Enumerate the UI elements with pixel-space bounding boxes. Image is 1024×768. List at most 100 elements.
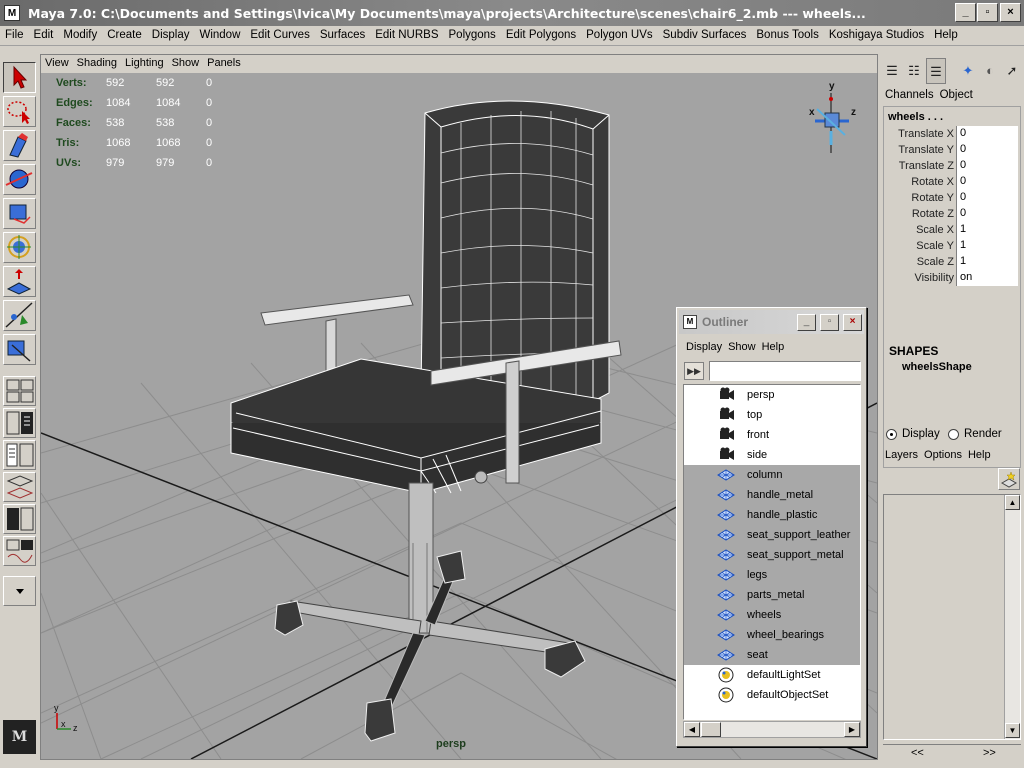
channel-attribute-row[interactable]: Scale X1 xyxy=(884,222,1020,238)
menu-edit-nurbs[interactable]: Edit NURBS xyxy=(370,26,443,45)
menu-edit-curves[interactable]: Edit Curves xyxy=(245,26,314,45)
outliner-filter-input[interactable] xyxy=(709,361,861,381)
channel-menu-object[interactable]: Object xyxy=(937,87,976,104)
channel-attribute-label[interactable]: Translate X xyxy=(898,128,954,140)
render-layer-radio[interactable] xyxy=(948,429,959,440)
channel-attribute-value[interactable]: 1 xyxy=(956,254,1018,270)
outliner-item[interactable]: seat_support_metal xyxy=(684,545,860,565)
channel-attribute-value[interactable]: 0 xyxy=(956,158,1018,174)
layout-persp-relationship-icon[interactable] xyxy=(3,536,36,566)
select-tool-icon[interactable] xyxy=(3,62,36,93)
scroll-right-icon[interactable]: ▶ xyxy=(844,722,860,737)
menu-bonus-tools[interactable]: Bonus Tools xyxy=(751,26,823,45)
menu-polygons[interactable]: Polygons xyxy=(444,26,501,45)
layer-next-button[interactable]: >> xyxy=(983,747,996,759)
menu-edit[interactable]: Edit xyxy=(29,26,59,45)
channel-attribute-label[interactable]: Rotate Y xyxy=(911,192,954,204)
channel-attribute-row[interactable]: Visibility on xyxy=(884,270,1020,286)
outliner-horizontal-scrollbar[interactable]: ◀ ▶ xyxy=(683,721,861,738)
outliner-title-bar[interactable]: M Outliner _ ▫ × xyxy=(679,310,864,334)
menu-surfaces[interactable]: Surfaces xyxy=(315,26,370,45)
outliner-filter-icon[interactable]: ▶▶ xyxy=(684,362,704,380)
channel-attribute-label[interactable]: Scale Z xyxy=(917,256,954,268)
outliner-item[interactable]: top xyxy=(684,405,860,425)
layer-menu-layers[interactable]: Layers xyxy=(882,447,921,464)
channel-attribute-row[interactable]: Scale Z1 xyxy=(884,254,1020,270)
outliner-item[interactable]: wheels xyxy=(684,605,860,625)
outliner-menu-help[interactable]: Help xyxy=(759,339,788,356)
outliner-item[interactable]: defaultObjectSet xyxy=(684,685,860,705)
layer-prev-button[interactable]: << xyxy=(911,747,924,759)
channel-attribute-row[interactable]: Scale Y1 xyxy=(884,238,1020,254)
outliner-item[interactable]: parts_metal xyxy=(684,585,860,605)
layer-vertical-scrollbar[interactable]: ▲ ▼ xyxy=(1004,495,1020,739)
scroll-down-icon[interactable]: ▼ xyxy=(1005,723,1020,738)
new-layer-icon[interactable] xyxy=(998,468,1020,490)
channel-attribute-label[interactable]: Translate Y xyxy=(898,144,954,156)
viewport-menu-panels[interactable]: Panels xyxy=(203,55,245,72)
channel-attribute-label[interactable]: Scale X xyxy=(916,224,954,236)
menu-modify[interactable]: Modify xyxy=(58,26,102,45)
channel-layer-icon[interactable]: ☰ xyxy=(926,58,946,84)
channel-box-icon[interactable]: ☰ xyxy=(882,58,902,84)
viewport-menu-show[interactable]: Show xyxy=(168,55,204,72)
menu-koshigaya-studios[interactable]: Koshigaya Studios xyxy=(824,26,929,45)
menu-edit-polygons[interactable]: Edit Polygons xyxy=(501,26,581,45)
channel-attribute-label[interactable]: Rotate X xyxy=(911,176,954,188)
channel-box-object-name[interactable]: wheels . . . xyxy=(888,111,943,123)
channel-attribute-value[interactable]: 0 xyxy=(956,142,1018,158)
outliner-list[interactable]: persp top front side column handle_metal handl… xyxy=(683,384,861,720)
layout-persp-outliner-icon[interactable] xyxy=(3,408,36,438)
outliner-item[interactable]: seat_support_leather xyxy=(684,525,860,545)
display-layer-label[interactable]: Display xyxy=(902,428,940,440)
outliner-item[interactable]: wheel_bearings xyxy=(684,625,860,645)
menu-subdiv-surfaces[interactable]: Subdiv Surfaces xyxy=(658,26,752,45)
maya-app-icon[interactable]: M xyxy=(4,5,20,21)
outliner-item[interactable]: handle_plastic xyxy=(684,505,860,525)
layout-persp-graph-icon[interactable] xyxy=(3,440,36,470)
viewport-menu-view[interactable]: View xyxy=(41,55,73,72)
soft-mod-tool-icon[interactable] xyxy=(3,300,36,331)
scroll-up-icon[interactable]: ▲ xyxy=(1005,495,1020,510)
channel-attribute-row[interactable]: Rotate Z0 xyxy=(884,206,1020,222)
move-tool-icon[interactable] xyxy=(3,164,36,195)
manipulator-tool-icon[interactable] xyxy=(3,266,36,297)
close-button[interactable]: × xyxy=(1000,3,1021,22)
display-layer-radio[interactable] xyxy=(886,429,897,440)
outliner-menu-display[interactable]: Display xyxy=(683,339,725,356)
channel-attribute-row[interactable]: Translate Z0 xyxy=(884,158,1020,174)
outliner-minimize-button[interactable]: _ xyxy=(797,314,816,331)
channel-attribute-value[interactable]: 1 xyxy=(956,222,1018,238)
outliner-item[interactable]: persp xyxy=(684,385,860,405)
channel-attribute-value[interactable]: 0 xyxy=(956,206,1018,222)
attribute-editor-icon[interactable]: ☷ xyxy=(904,58,924,84)
layout-dropdown-icon[interactable] xyxy=(3,576,36,606)
channel-attribute-value[interactable]: 0 xyxy=(956,126,1018,142)
channel-attribute-row[interactable]: Translate X0 xyxy=(884,126,1020,142)
channel-attribute-row[interactable]: Rotate X0 xyxy=(884,174,1020,190)
render-layer-label[interactable]: Render xyxy=(964,428,1002,440)
viewport-menu-shading[interactable]: Shading xyxy=(73,55,121,72)
channel-attribute-label[interactable]: Scale Y xyxy=(916,240,954,252)
menu-help[interactable]: Help xyxy=(929,26,963,45)
paint-select-tool-icon[interactable] xyxy=(3,130,36,161)
channel-attribute-value[interactable]: 1 xyxy=(956,238,1018,254)
channel-attribute-label[interactable]: Rotate Z xyxy=(912,208,954,220)
show-manipulator-tool-icon[interactable] xyxy=(3,334,36,365)
menu-polygon-uvs[interactable]: Polygon UVs xyxy=(581,26,657,45)
shape-name[interactable]: wheelsShape xyxy=(902,361,972,373)
scale-tool-icon[interactable] xyxy=(3,232,36,263)
outliner-item[interactable]: defaultLightSet xyxy=(684,665,860,685)
outliner-item[interactable]: side xyxy=(684,445,860,465)
layout-four-view-icon[interactable] xyxy=(3,376,36,406)
channel-attribute-value[interactable]: on xyxy=(956,270,1018,286)
selection-arrow-icon[interactable]: ➚ xyxy=(1002,58,1022,84)
outliner-menu-show[interactable]: Show xyxy=(725,339,759,356)
outliner-item[interactable]: handle_metal xyxy=(684,485,860,505)
channel-attribute-row[interactable]: Rotate Y0 xyxy=(884,190,1020,206)
layout-hypershade-icon[interactable] xyxy=(3,472,36,502)
outliner-item[interactable]: legs xyxy=(684,565,860,585)
tool-settings-icon[interactable]: ✦ xyxy=(958,58,978,84)
channel-attribute-label[interactable]: Visibility xyxy=(914,272,954,284)
channel-attribute-label[interactable]: Translate Z xyxy=(899,160,954,172)
